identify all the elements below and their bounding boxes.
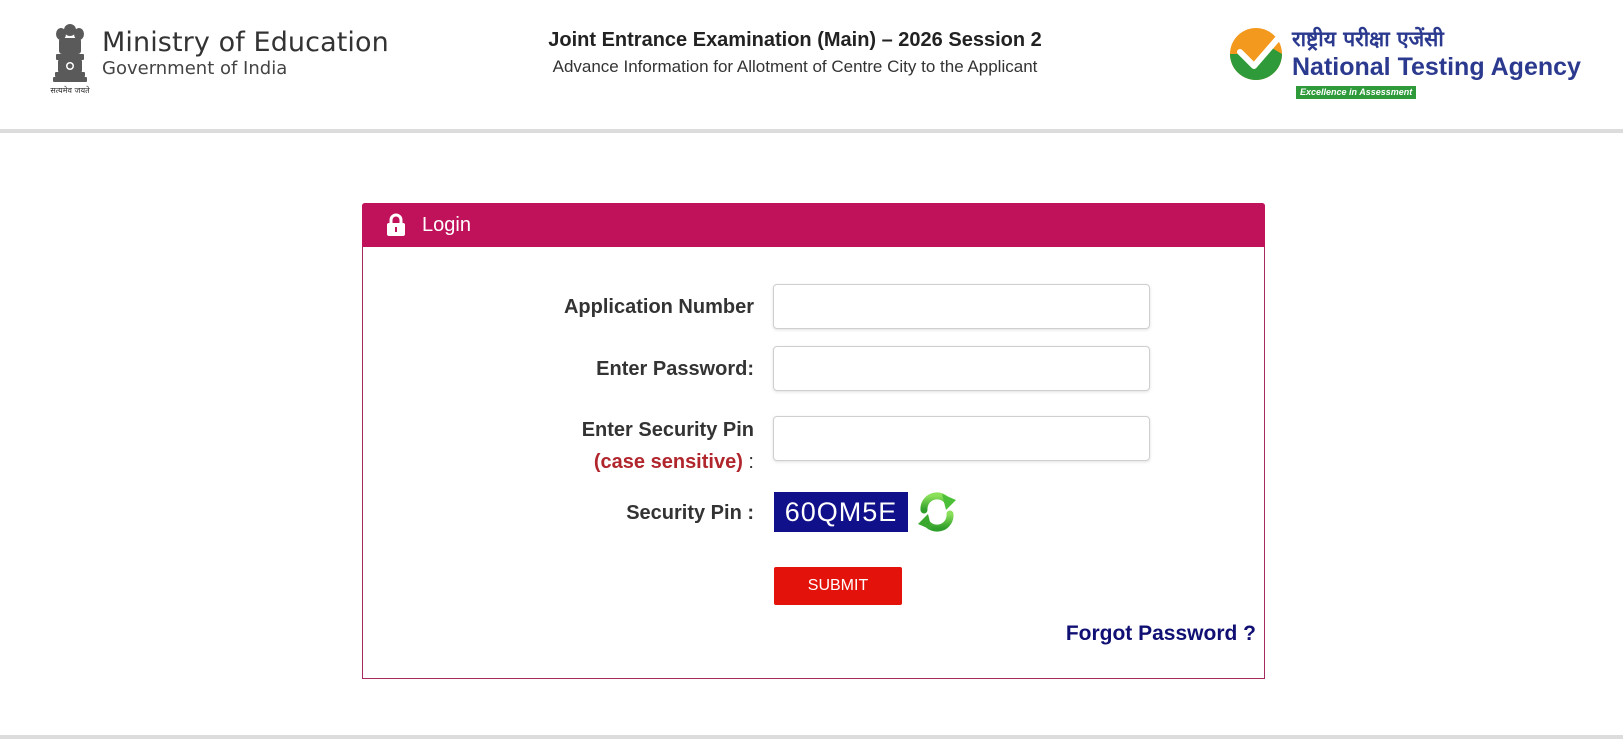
- login-panel-header: Login: [362, 203, 1265, 247]
- ministry-logo-block: सत्यमेव जयते Ministry of Education Gover…: [44, 22, 389, 98]
- submit-button[interactable]: SUBMIT: [774, 567, 902, 605]
- exam-subtitle: Advance Information for Allotment of Cen…: [552, 57, 1038, 76]
- lock-icon: [387, 213, 405, 236]
- nta-logo-block: राष्ट्रीय परीक्षा एजेंसी National Testin…: [1228, 26, 1581, 100]
- page-header: सत्यमेव जयते Ministry of Education Gover…: [0, 0, 1623, 131]
- header-divider: [0, 129, 1623, 133]
- captcha-label: Security Pin :: [626, 502, 754, 524]
- login-title: Login: [422, 213, 471, 236]
- case-sensitive-note: (case sensitive): [593, 451, 743, 473]
- national-emblem: सत्यमेव जयते: [44, 22, 96, 98]
- security-pin-colon: :: [742, 451, 754, 473]
- forgot-password-link[interactable]: Forgot Password ?: [1066, 622, 1256, 646]
- captcha-image: 60QM5E: [774, 492, 908, 532]
- password-input[interactable]: [773, 346, 1150, 391]
- security-pin-label: Enter Security Pin: [581, 419, 754, 441]
- exam-heading: Joint Entrance Examination (Main) – 2026…: [500, 26, 1090, 80]
- nta-tagline: Excellence in Assessment: [1296, 86, 1417, 99]
- ashoka-emblem-icon: [53, 24, 87, 82]
- security-pin-note-line: (case sensitive) :: [582, 446, 754, 478]
- login-panel: Login Application Number Enter Password:…: [362, 203, 1265, 679]
- nta-english-name: National Testing Agency: [1292, 53, 1581, 81]
- security-pin-label-block: Enter Security Pin (case sensitive) :: [582, 414, 754, 478]
- emblem-motto: सत्यमेव जयते: [50, 86, 90, 95]
- nta-checkmark-logo-icon: [1230, 28, 1283, 80]
- nta-hindi-name: राष्ट्रीय परीक्षा एजेंसी: [1292, 27, 1444, 51]
- ministry-text: Ministry of Education Government of Indi…: [102, 28, 389, 80]
- application-number-label: Application Number: [563, 296, 754, 318]
- ministry-title: Ministry of Education: [102, 27, 389, 58]
- security-pin-input[interactable]: [773, 416, 1150, 461]
- ministry-subtitle: Government of India: [102, 58, 288, 79]
- footer-divider: [0, 735, 1623, 739]
- exam-title: Joint Entrance Examination (Main) – 2026…: [548, 29, 1042, 51]
- refresh-captcha-icon[interactable]: [916, 490, 958, 534]
- application-number-input[interactable]: [773, 284, 1150, 329]
- nta-text: राष्ट्रीय परीक्षा एजेंसी National Testin…: [1292, 26, 1581, 100]
- password-label: Enter Password:: [596, 358, 754, 380]
